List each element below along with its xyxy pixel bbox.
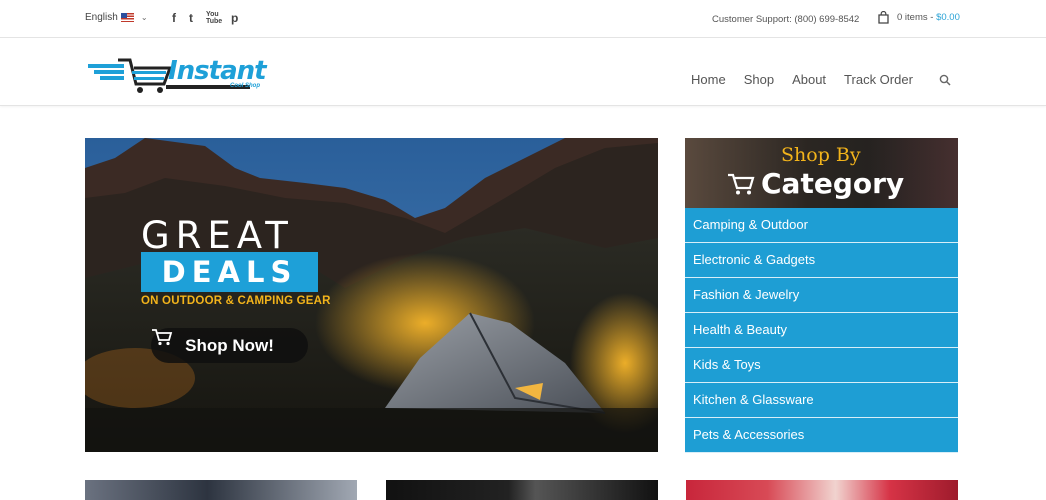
- promo-image-2[interactable]: [386, 480, 658, 500]
- cart-icon: [152, 329, 173, 346]
- logo-subtext: Cool Shop: [230, 83, 260, 89]
- shop-now-label: Shop Now!: [185, 335, 274, 355]
- category-kitchen-glassware[interactable]: Kitchen & Glassware: [685, 383, 958, 418]
- hero-banner[interactable]: GREAT DEALS ON OUTDOOR & CAMPING GEAR Sh…: [85, 138, 658, 452]
- nav-track-order[interactable]: Track Order: [844, 72, 913, 87]
- category-pets-accessories[interactable]: Pets & Accessories: [685, 418, 958, 453]
- top-bar: English ⌄ f t You Tube p Customer Suppor…: [0, 0, 1046, 38]
- pinterest-icon[interactable]: p: [231, 11, 238, 25]
- youtube-icon[interactable]: You Tube: [206, 11, 222, 25]
- nav-home[interactable]: Home: [691, 72, 726, 87]
- nav-about[interactable]: About: [792, 72, 826, 87]
- category-camping-outdoor[interactable]: Camping & Outdoor: [685, 208, 958, 243]
- category-electronic-gadgets[interactable]: Electronic & Gadgets: [685, 243, 958, 278]
- search-icon[interactable]: [939, 74, 951, 86]
- logo-text: Instant: [168, 56, 267, 86]
- customer-support-text: Customer Support: (800) 699-8542: [712, 14, 860, 25]
- cart-separator: -: [930, 12, 934, 23]
- hero-headline: GREAT: [141, 214, 294, 257]
- category-health-beauty[interactable]: Health & Beauty: [685, 313, 958, 348]
- social-links: f t You Tube p: [172, 11, 238, 25]
- site-logo[interactable]: Instant Cool Shop: [88, 54, 268, 96]
- shopping-bag-icon: [878, 11, 889, 24]
- category-kids-toys[interactable]: Kids & Toys: [685, 348, 958, 383]
- category-list: Camping & Outdoor Electronic & Gadgets F…: [685, 208, 958, 453]
- category-header: Shop By Category: [685, 138, 958, 208]
- category-title: Category: [727, 167, 904, 200]
- facebook-icon[interactable]: f: [172, 11, 176, 25]
- shop-by-label: Shop By: [781, 144, 861, 166]
- shop-now-button[interactable]: Shop Now!: [151, 328, 308, 363]
- language-selector[interactable]: English ⌄: [85, 12, 148, 23]
- hero-subtitle: ON OUTDOOR & CAMPING GEAR: [141, 295, 331, 307]
- cart-items: 0 items: [897, 12, 928, 23]
- main-nav: Home Shop About Track Order: [691, 72, 951, 87]
- language-label: English: [85, 12, 118, 23]
- nav-shop[interactable]: Shop: [744, 72, 774, 87]
- chevron-down-icon: ⌄: [140, 13, 148, 22]
- category-fashion-jewelry[interactable]: Fashion & Jewelry: [685, 278, 958, 313]
- promo-image-3[interactable]: [686, 480, 958, 500]
- mini-cart[interactable]: 0 items - $0.00: [878, 11, 960, 24]
- twitter-icon[interactable]: t: [189, 11, 193, 25]
- category-panel: Shop By Category Camping & Outdoor Elect…: [685, 138, 958, 453]
- cart-icon: [728, 173, 755, 194]
- hero-deals-badge: DEALS: [141, 252, 318, 292]
- promo-image-1[interactable]: [85, 480, 357, 500]
- us-flag-icon: [120, 13, 134, 22]
- site-header: Instant Cool Shop Home Shop About Track …: [0, 38, 1046, 106]
- cart-total: $0.00: [936, 12, 960, 23]
